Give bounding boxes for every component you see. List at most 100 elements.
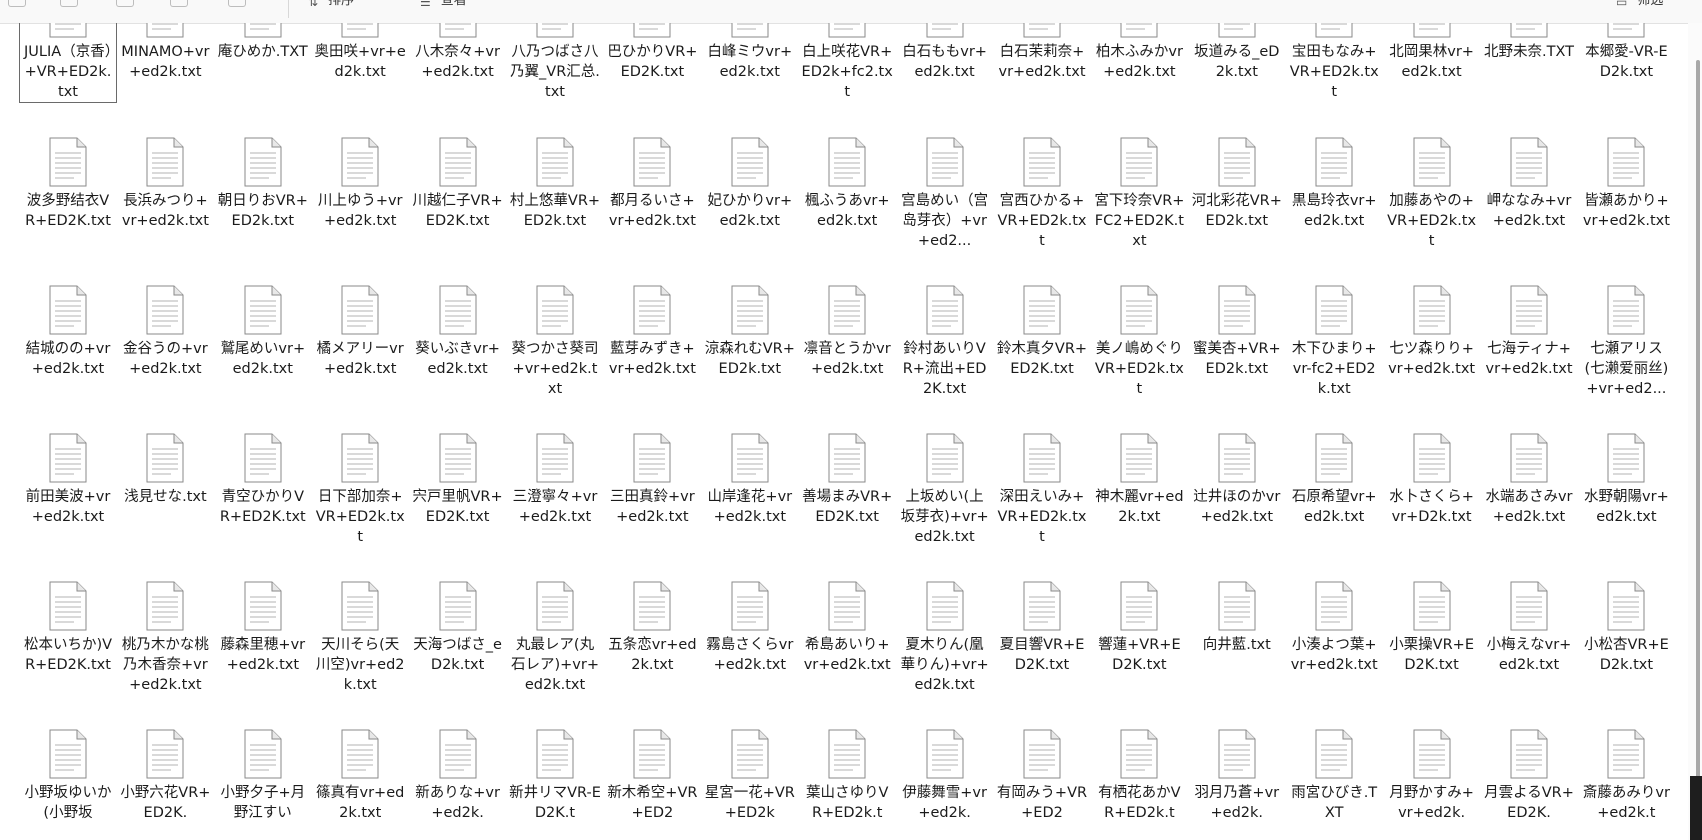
file-item[interactable]: 浅見せな.txt <box>117 433 213 507</box>
file-item[interactable]: 蜜美杏+VR+ED2k.txt <box>1189 285 1285 379</box>
file-item[interactable]: 水卜さくら+vr+D2k.txt <box>1384 433 1480 527</box>
file-item[interactable]: 木下ひまり+vr-fc2+ED2k.txt <box>1286 285 1382 399</box>
file-item[interactable]: 皆瀬あかり+vr+ed2k.txt <box>1578 137 1674 231</box>
file-item[interactable]: 山岸逢花+vr+ed2k.txt <box>702 433 798 527</box>
file-item[interactable]: 村上悠華VR+ED2k.txt <box>507 137 603 231</box>
file-item[interactable]: 小野坂ゆいか(小野坂 <box>20 729 116 823</box>
file-item[interactable]: 小松杏VR+ED2k.txt <box>1578 581 1674 675</box>
file-item[interactable]: 辻井ほのかvr+ed2k.txt <box>1189 433 1285 527</box>
file-item[interactable]: 響蓮+VR+ED2K.txt <box>1091 581 1187 675</box>
file-item[interactable]: 星宮一花+VR+ED2k <box>702 729 798 823</box>
file-item[interactable]: 水野朝陽vr+ed2k.txt <box>1578 433 1674 527</box>
file-item[interactable]: 庵ひめか.TXT <box>215 23 311 62</box>
file-item[interactable]: 善場まみVR+ED2K.txt <box>799 433 895 527</box>
file-item[interactable]: 天川そら(天川空)vr+ed2k.txt <box>312 581 408 695</box>
file-item[interactable]: 柏木ふみかvr+ed2k.txt <box>1091 23 1187 82</box>
file-item[interactable]: 妃ひかりvr+ed2k.txt <box>702 137 798 231</box>
file-item[interactable]: 加藤あやの+VR+ED2k.txt <box>1384 137 1480 251</box>
file-item[interactable]: 神木麗vr+ed2k.txt <box>1091 433 1187 527</box>
file-item[interactable]: 北岡果林vr+ed2k.txt <box>1384 23 1480 82</box>
file-item[interactable]: 八木奈々+vr+ed2k.txt <box>410 23 506 82</box>
file-item[interactable]: 宮下玲奈VR+FC2+ED2K.txt <box>1091 137 1187 251</box>
file-item[interactable]: 希島あいり+vr+ed2k.txt <box>799 581 895 675</box>
file-item[interactable]: 長浜みつり+vr+ed2k.txt <box>117 137 213 231</box>
vertical-scrollbar[interactable] <box>1688 23 1702 840</box>
file-item[interactable]: 坂道みる_eD2k.txt <box>1189 23 1285 82</box>
file-item[interactable]: 白峰ミウvr+ed2k.txt <box>702 23 798 82</box>
file-item[interactable]: 夏木りん(凰華りん)+vr+ed2k.txt <box>897 581 993 695</box>
file-item[interactable]: 七ツ森りり+vr+ed2k.txt <box>1384 285 1480 379</box>
file-item[interactable]: 霧島さくらvr+ed2k.txt <box>702 581 798 675</box>
file-item[interactable]: 本郷愛-VR-ED2k.txt <box>1578 23 1674 82</box>
file-item[interactable]: 朝日りおVR+ED2k.txt <box>215 137 311 231</box>
view-button[interactable]: ☰ 查看 <box>420 0 467 8</box>
file-item[interactable]: 藤森里穂+vr+ed2k.txt <box>215 581 311 675</box>
file-item[interactable]: 北野未奈.TXT <box>1481 23 1577 62</box>
file-item[interactable]: 岬ななみ+vr+ed2k.txt <box>1481 137 1577 231</box>
file-item[interactable]: 葉山さゆりVR+ED2k.t <box>799 729 895 823</box>
filter-button[interactable]: ▭ 筛选 <box>1616 0 1663 8</box>
file-item[interactable]: 八乃つばさ八乃翼_VR汇总.txt <box>507 23 603 102</box>
file-item[interactable]: 波多野结衣VR+ED2K.txt <box>20 137 116 231</box>
file-item[interactable]: 有岡みう+VR+ED2 <box>994 729 1090 823</box>
file-item[interactable]: 五条恋vr+ed2k.txt <box>604 581 700 675</box>
file-item[interactable]: 河北彩花VR+ED2k.txt <box>1189 137 1285 231</box>
file-item[interactable]: 七海ティナ+vr+ed2k.txt <box>1481 285 1577 379</box>
copy-icon[interactable] <box>8 0 26 7</box>
file-item[interactable]: 有栖花あかVR+ED2k.t <box>1091 729 1187 823</box>
file-item[interactable]: 宫西ひかる+VR+ED2k.txt <box>994 137 1090 251</box>
file-item[interactable]: 橘メアリーvr+ed2k.txt <box>312 285 408 379</box>
file-item[interactable]: 石原希望vr+ed2k.txt <box>1286 433 1382 527</box>
file-item[interactable]: 上坂めい(上坂芽衣)+vr+ed2k.txt <box>897 433 993 547</box>
file-item[interactable]: 青空ひかりVR+ED2K.txt <box>215 433 311 527</box>
file-item[interactable]: 結城のの+vr+ed2k.txt <box>20 285 116 379</box>
file-item[interactable]: JULIA（京香）+VR+ED2k.txt <box>19 23 117 103</box>
file-item[interactable]: 羽月乃蒼+vr+ed2k. <box>1189 729 1285 823</box>
file-item[interactable]: 雨宮ひびき.TXT <box>1286 729 1382 823</box>
file-item[interactable]: 藍芽みずき+vr+ed2k.txt <box>604 285 700 379</box>
file-item[interactable]: 小梅えなvr+ed2k.txt <box>1481 581 1577 675</box>
sort-button[interactable]: ⇅ 排序 <box>308 0 354 8</box>
paste-icon[interactable] <box>60 0 78 7</box>
file-item[interactable]: 篠真有vr+ed2k.txt <box>312 729 408 823</box>
file-item[interactable]: 桃乃木かな桃乃木香奈+vr+ed2k.txt <box>117 581 213 695</box>
file-item[interactable]: 月野かすみ+vr+ed2k. <box>1384 729 1480 823</box>
file-item[interactable]: 美ノ嶋めぐりVR+ED2k.txt <box>1091 285 1187 399</box>
file-item[interactable]: 白石ももvr+ed2k.txt <box>897 23 993 82</box>
file-item[interactable]: 新木希空+VR+ED2 <box>604 729 700 823</box>
file-item[interactable]: 天海つばさ_eD2k.txt <box>410 581 506 675</box>
file-item[interactable]: 川越仁子VR+ED2K.txt <box>410 137 506 231</box>
file-item[interactable]: 凛音とうかvr+ed2k.txt <box>799 285 895 379</box>
share-icon[interactable] <box>116 0 134 7</box>
file-item[interactable]: 月雲よるVR+ED2K. <box>1481 729 1577 823</box>
file-item[interactable]: 小栗操VR+ED2K.txt <box>1384 581 1480 675</box>
file-item[interactable]: 葵いぶきvr+ed2k.txt <box>410 285 506 379</box>
file-item[interactable]: 白上咲花VR+ED2k+fc2.txt <box>799 23 895 102</box>
file-item[interactable]: 涼森れむVR+ED2k.txt <box>702 285 798 379</box>
file-item[interactable]: 新ありな+vr+ed2k. <box>410 729 506 823</box>
file-item[interactable]: 七瀬アリス(七濑爱丽丝)+vr+ed2... <box>1578 285 1674 399</box>
file-item[interactable]: 川上ゆう+vr+ed2k.txt <box>312 137 408 231</box>
file-item[interactable]: 新井リマVR-ED2K.t <box>507 729 603 823</box>
file-item[interactable]: 斎藤あみりvr+ed2k.t <box>1578 729 1674 823</box>
rename-icon[interactable] <box>170 0 188 7</box>
file-item[interactable]: 夏目響VR+ED2K.txt <box>994 581 1090 675</box>
file-item[interactable]: 向井藍.txt <box>1189 581 1285 655</box>
file-item[interactable]: 奥田咲+vr+ed2k.txt <box>312 23 408 82</box>
file-item[interactable]: 三田真鈴+vr+ed2k.txt <box>604 433 700 527</box>
file-item[interactable]: 伊藤舞雪+vr+ed2k. <box>897 729 993 823</box>
file-item[interactable]: 小野六花VR+ED2K. <box>117 729 213 823</box>
file-item[interactable]: 白石茉莉奈+vr+ed2k.txt <box>994 23 1090 82</box>
file-item[interactable]: 都月るいさ+vr+ed2k.txt <box>604 137 700 231</box>
file-item[interactable]: 松本いちか)VR+ED2K.txt <box>20 581 116 675</box>
scroll-thumb[interactable] <box>1696 60 1700 790</box>
file-item[interactable]: 宝田もなみ+VR+ED2k.txt <box>1286 23 1382 102</box>
file-item[interactable]: 丸最レア(丸石レア)+vr+ed2k.txt <box>507 581 603 695</box>
file-item[interactable]: 宍戸里帆VR+ED2K.txt <box>410 433 506 527</box>
file-item[interactable]: 黒島玲衣vr+ed2k.txt <box>1286 137 1382 231</box>
file-item[interactable]: 葵つかさ葵司+vr+ed2k.txt <box>507 285 603 399</box>
file-item[interactable]: 日下部加奈+VR+ED2k.txt <box>312 433 408 547</box>
file-item[interactable]: 三澄寧々+vr+ed2k.txt <box>507 433 603 527</box>
file-item[interactable]: 金谷うの+vr+ed2k.txt <box>117 285 213 379</box>
file-item[interactable]: 鈴木真夕VR+ED2K.txt <box>994 285 1090 379</box>
